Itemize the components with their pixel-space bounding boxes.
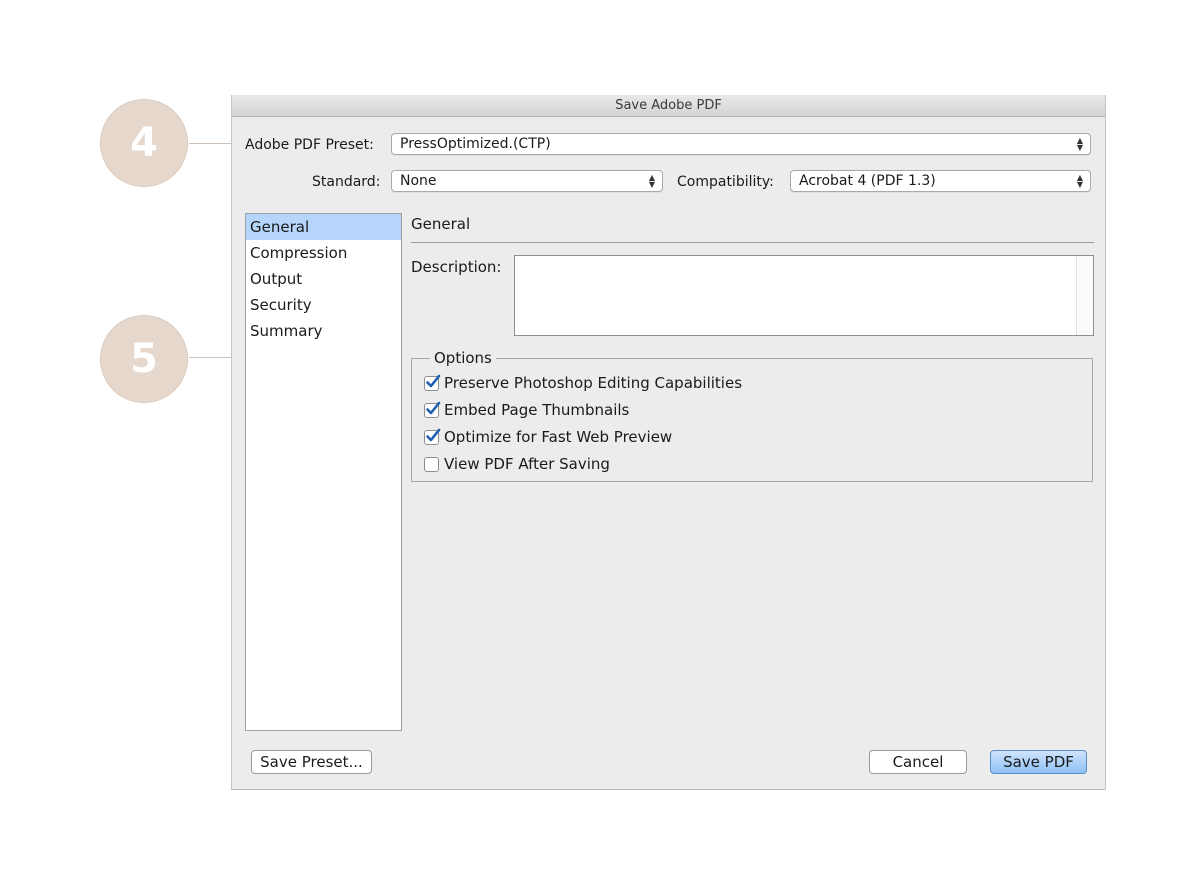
preset-select[interactable]: PressOptimized.(CTP) ▲ ▼ bbox=[391, 133, 1091, 155]
save-preset-button[interactable]: Save Preset... bbox=[251, 750, 372, 774]
compatibility-label: Compatibility: bbox=[677, 174, 774, 190]
sidebar-item-output[interactable]: Output bbox=[246, 266, 401, 292]
select-arrows-icon: ▲ ▼ bbox=[648, 173, 656, 189]
option-label: View PDF After Saving bbox=[444, 455, 610, 473]
checkbox-checked[interactable] bbox=[424, 374, 441, 391]
standard-select[interactable]: None ▲ ▼ bbox=[391, 170, 663, 192]
standard-label: Standard: bbox=[312, 174, 381, 190]
option-label: Preserve Photoshop Editing Capabilities bbox=[444, 374, 743, 392]
preset-value: PressOptimized.(CTP) bbox=[400, 136, 551, 152]
category-list: General Compression Output Security Summ… bbox=[245, 213, 402, 731]
section-divider bbox=[411, 242, 1094, 243]
standard-value: None bbox=[400, 173, 437, 189]
option-fast-web-preview[interactable]: Optimize for Fast Web Preview bbox=[424, 426, 672, 448]
select-arrows-icon: ▲ ▼ bbox=[1076, 136, 1084, 152]
option-label: Optimize for Fast Web Preview bbox=[444, 428, 673, 446]
save-pdf-button[interactable]: Save PDF bbox=[990, 750, 1087, 774]
checkbox-checked[interactable] bbox=[424, 428, 441, 445]
option-label: Embed Page Thumbnails bbox=[444, 401, 630, 419]
sidebar-item-general[interactable]: General bbox=[246, 214, 401, 240]
description-field[interactable] bbox=[514, 255, 1094, 336]
option-view-after-saving[interactable]: View PDF After Saving bbox=[424, 453, 610, 475]
callout-4-number: 4 bbox=[130, 120, 158, 166]
checkmark-icon bbox=[426, 374, 441, 387]
save-pdf-dialog: Save Adobe PDF Adobe PDF Preset: PressOp… bbox=[231, 95, 1106, 790]
callout-5-number: 5 bbox=[130, 336, 158, 382]
checkbox-checked[interactable] bbox=[424, 401, 441, 418]
checkbox-unchecked[interactable] bbox=[424, 456, 439, 472]
description-label: Description: bbox=[411, 258, 502, 276]
callout-4-line bbox=[189, 143, 231, 144]
sidebar-item-compression[interactable]: Compression bbox=[246, 240, 401, 266]
select-arrows-icon: ▲ ▼ bbox=[1076, 173, 1084, 189]
description-scrollbar[interactable] bbox=[1076, 256, 1093, 335]
option-preserve-editing[interactable]: Preserve Photoshop Editing Capabilities bbox=[424, 372, 742, 394]
callout-4: 4 bbox=[100, 99, 188, 187]
sidebar-item-summary[interactable]: Summary bbox=[246, 318, 401, 344]
options-legend: Options bbox=[430, 348, 496, 368]
callout-5: 5 bbox=[100, 315, 188, 403]
cancel-button[interactable]: Cancel bbox=[869, 750, 967, 774]
checkmark-icon bbox=[426, 428, 441, 441]
sidebar-item-security[interactable]: Security bbox=[246, 292, 401, 318]
checkmark-icon bbox=[426, 401, 441, 414]
section-title: General bbox=[411, 215, 471, 233]
dialog-title: Save Adobe PDF bbox=[232, 95, 1105, 117]
compatibility-value: Acrobat 4 (PDF 1.3) bbox=[799, 173, 936, 189]
option-embed-thumbnails[interactable]: Embed Page Thumbnails bbox=[424, 399, 629, 421]
compatibility-select[interactable]: Acrobat 4 (PDF 1.3) ▲ ▼ bbox=[790, 170, 1091, 192]
preset-label: Adobe PDF Preset: bbox=[245, 137, 374, 153]
